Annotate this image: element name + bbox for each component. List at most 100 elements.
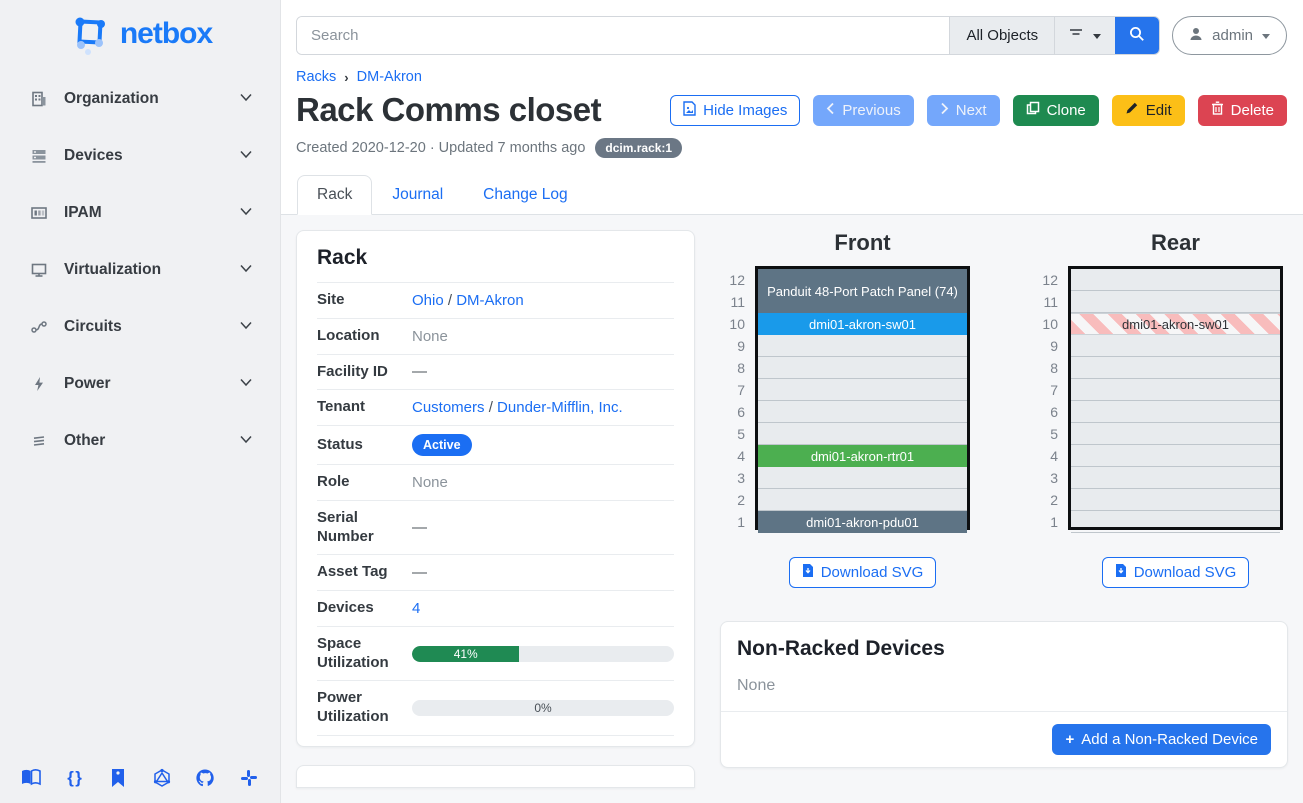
sidebar-item-power[interactable]: Power bbox=[0, 369, 280, 399]
slack-icon[interactable] bbox=[238, 767, 260, 789]
unit-number: 2 bbox=[725, 489, 745, 511]
site-link[interactable]: DM-Akron bbox=[456, 292, 524, 309]
filter-icon bbox=[1068, 27, 1084, 45]
rack-slot[interactable] bbox=[1071, 379, 1280, 401]
tenant-group-link[interactable]: Customers bbox=[412, 399, 485, 416]
sidebar-item-label: Circuits bbox=[64, 318, 122, 336]
table-row: Devices 4 bbox=[317, 591, 674, 627]
user-menu-button[interactable]: admin bbox=[1172, 16, 1287, 55]
netbox-wordmark: netbox bbox=[120, 17, 212, 51]
edit-button[interactable]: Edit bbox=[1112, 95, 1185, 126]
sidebar-item-ipam[interactable]: IPAM bbox=[0, 198, 280, 228]
rack-device[interactable]: dmi01-akron-sw01 bbox=[758, 313, 967, 335]
github-icon[interactable] bbox=[194, 767, 216, 789]
location-value: None bbox=[412, 328, 448, 345]
rack-slot[interactable] bbox=[758, 489, 967, 511]
rack-slot[interactable] bbox=[758, 401, 967, 423]
rack-device[interactable]: Panduit 48-Port Patch Panel (74) bbox=[758, 269, 967, 313]
next-label: Next bbox=[956, 102, 987, 119]
sidebar-item-other[interactable]: Other bbox=[0, 426, 280, 456]
clone-button[interactable]: Clone bbox=[1013, 95, 1099, 126]
unit-number: 7 bbox=[725, 379, 745, 401]
rack-slot[interactable] bbox=[1071, 401, 1280, 423]
add-non-racked-device-button[interactable]: + Add a Non-Racked Device bbox=[1052, 724, 1271, 755]
sidebar-item-organization[interactable]: Organization bbox=[0, 84, 280, 114]
asset-tag-value: — bbox=[412, 564, 427, 581]
add-device-label: Add a Non-Racked Device bbox=[1081, 731, 1258, 748]
topbar: All Objects admin bbox=[281, 0, 1303, 63]
sidebar-item-virtualization[interactable]: Virtualization bbox=[0, 255, 280, 285]
rear-download-svg-button[interactable]: Download SVG bbox=[1102, 557, 1250, 588]
code-braces-icon[interactable]: { } bbox=[64, 767, 86, 789]
unit-number: 9 bbox=[725, 335, 745, 357]
rack-slot[interactable] bbox=[758, 467, 967, 489]
table-row: Asset Tag — bbox=[317, 555, 674, 591]
space-utilization-fill: 41% bbox=[412, 646, 519, 662]
search-filter-button[interactable] bbox=[1054, 17, 1115, 54]
search-submit-button[interactable] bbox=[1115, 17, 1159, 54]
copy-icon bbox=[1026, 101, 1040, 119]
rack-slot[interactable] bbox=[758, 357, 967, 379]
next-button[interactable]: Next bbox=[927, 95, 1000, 126]
rear-elevation: Rear 121110987654321 dmi01-akron-sw01 Do… bbox=[1038, 230, 1283, 588]
rack-slot[interactable] bbox=[1071, 269, 1280, 291]
sidebar-item-label: IPAM bbox=[64, 204, 102, 222]
rack-slot[interactable] bbox=[1071, 467, 1280, 489]
rack-device[interactable]: dmi01-akron-pdu01 bbox=[758, 511, 967, 533]
rack-slot[interactable] bbox=[758, 423, 967, 445]
table-row: Serial Number — bbox=[317, 500, 674, 555]
unit-number: 4 bbox=[1038, 445, 1058, 467]
rack-slot[interactable] bbox=[1071, 335, 1280, 357]
non-racked-devices-panel: Non-Racked Devices None + Add a Non-Rack… bbox=[720, 621, 1288, 768]
front-download-svg-button[interactable]: Download SVG bbox=[789, 557, 937, 588]
attr-label: Site bbox=[317, 283, 412, 319]
main-area: All Objects admin Racks › DM-Akro bbox=[281, 0, 1303, 803]
rack-slot[interactable] bbox=[758, 335, 967, 357]
site-group-link[interactable]: Ohio bbox=[412, 292, 444, 309]
bookmark-icon[interactable] bbox=[107, 767, 129, 789]
attr-label: Space Utilization bbox=[317, 626, 412, 681]
attr-label: Power Utilization bbox=[317, 681, 412, 736]
tenant-link[interactable]: Dunder-Mifflin, Inc. bbox=[497, 399, 623, 416]
circuit-icon bbox=[30, 318, 48, 336]
breadcrumb-site-link[interactable]: DM-Akron bbox=[357, 69, 422, 85]
front-unit-numbers: 121110987654321 bbox=[725, 269, 755, 533]
rack-device[interactable]: dmi01-akron-rtr01 bbox=[758, 445, 967, 467]
rack-slot[interactable] bbox=[758, 379, 967, 401]
page-title: Rack Comms closet bbox=[296, 91, 601, 129]
sidebar-item-circuits[interactable]: Circuits bbox=[0, 312, 280, 342]
search-input[interactable] bbox=[297, 17, 949, 54]
docs-book-icon[interactable] bbox=[20, 767, 42, 789]
rack-slot[interactable] bbox=[1071, 423, 1280, 445]
hide-images-button[interactable]: Hide Images bbox=[670, 95, 800, 126]
graphql-icon[interactable] bbox=[151, 767, 173, 789]
rack-device[interactable]: dmi01-akron-sw01 bbox=[1071, 313, 1280, 335]
netbox-mark-icon bbox=[68, 12, 112, 56]
sidebar-item-devices[interactable]: Devices bbox=[0, 141, 280, 171]
space-utilization-bar: 41% bbox=[412, 646, 674, 662]
chevron-down-icon bbox=[238, 260, 254, 281]
rear-unit-numbers: 121110987654321 bbox=[1038, 269, 1068, 533]
device-count-link[interactable]: 4 bbox=[412, 600, 420, 617]
delete-button[interactable]: Delete bbox=[1198, 95, 1287, 126]
unit-number: 3 bbox=[725, 467, 745, 489]
sidebar-item-label: Other bbox=[64, 432, 105, 450]
tab-change-log[interactable]: Change Log bbox=[463, 175, 587, 215]
netbox-logo[interactable]: netbox bbox=[0, 0, 280, 62]
search-scope-button[interactable]: All Objects bbox=[949, 17, 1054, 54]
previous-button[interactable]: Previous bbox=[813, 95, 913, 126]
rack-slot[interactable] bbox=[1071, 445, 1280, 467]
tab-journal[interactable]: Journal bbox=[372, 175, 463, 215]
page-header: Racks › DM-Akron Rack Comms closet Hide … bbox=[281, 63, 1303, 158]
tab-rack[interactable]: Rack bbox=[297, 175, 372, 215]
rack-slot[interactable] bbox=[1071, 357, 1280, 379]
rack-slot[interactable] bbox=[1071, 489, 1280, 511]
search-icon bbox=[1128, 25, 1146, 46]
server-icon bbox=[30, 147, 48, 165]
caret-down-icon bbox=[1092, 27, 1102, 44]
front-elevation: Front 121110987654321 Panduit 48-Port Pa… bbox=[725, 230, 970, 588]
unit-number: 10 bbox=[725, 313, 745, 335]
breadcrumb-racks-link[interactable]: Racks bbox=[296, 69, 336, 85]
rack-slot[interactable] bbox=[1071, 511, 1280, 533]
rack-slot[interactable] bbox=[1071, 291, 1280, 313]
